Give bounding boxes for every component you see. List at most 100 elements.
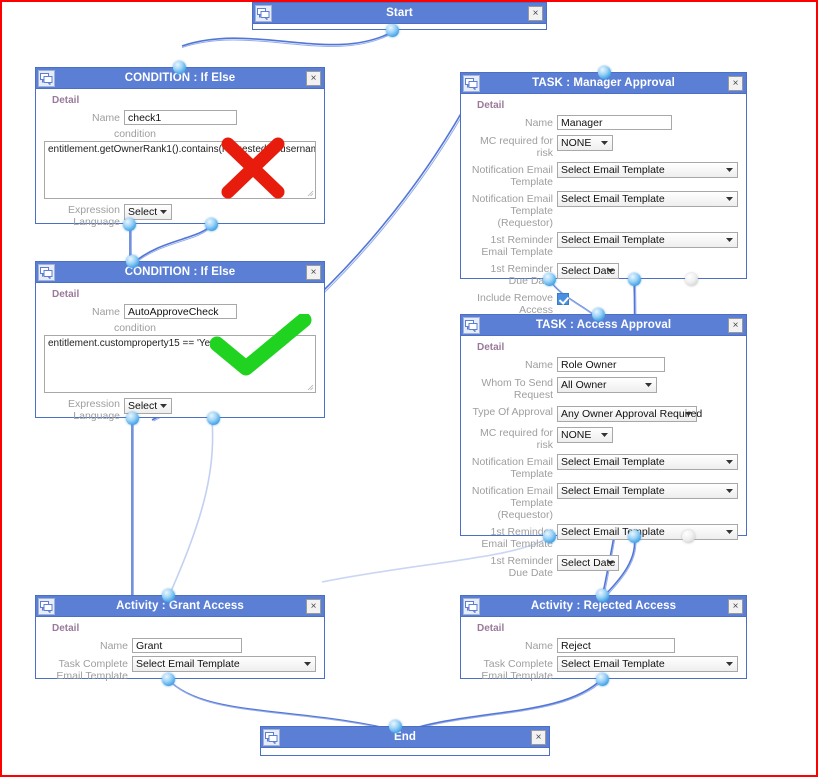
- port-condition2-in[interactable]: [126, 255, 139, 268]
- node-task-access-approval[interactable]: TASK : Access Approval × Detail Name Rol…: [460, 314, 747, 579]
- node-title: CONDITION : If Else: [124, 266, 236, 278]
- workflow-canvas[interactable]: Start × CONDITION : If Else × Detail Nam…: [0, 0, 818, 777]
- port-access-out-left[interactable]: [543, 530, 556, 543]
- condition-text: entitlement.getOwnerRank1().contains(req…: [48, 144, 316, 155]
- field-row: Notification Email Template Select Email…: [469, 162, 738, 188]
- detail-section-label: Detail: [477, 342, 505, 353]
- notification-email-template-select[interactable]: Select Email Template: [557, 162, 738, 178]
- condition-textarea[interactable]: entitlement.getOwnerRank1().contains(req…: [44, 141, 316, 199]
- notification-email-template-requestor-select[interactable]: Select Email Template: [557, 483, 738, 499]
- select-value: Select: [128, 400, 158, 412]
- close-icon[interactable]: ×: [528, 6, 543, 21]
- type-of-approval-select[interactable]: Any Owner Approval Required: [557, 406, 702, 422]
- task-complete-email-template-select[interactable]: Select Email Template: [557, 656, 738, 672]
- field-label: Name: [91, 306, 120, 318]
- mc-risk-select[interactable]: NONE: [557, 135, 613, 151]
- name-input[interactable]: Role Owner: [557, 357, 665, 372]
- port-start-out[interactable]: [386, 24, 399, 37]
- port-access-out-mid[interactable]: [628, 530, 641, 543]
- field-label: condition: [113, 322, 156, 334]
- comment-bubbles-icon: [38, 264, 55, 281]
- node-condition-check1[interactable]: CONDITION : If Else × Detail Name check1…: [35, 67, 325, 228]
- node-activity-rejected-access[interactable]: Activity : Rejected Access × Detail Name…: [460, 595, 747, 682]
- field-row: Task Complete Email Template Select Emai…: [44, 656, 316, 682]
- close-icon[interactable]: ×: [728, 76, 743, 91]
- notification-email-template-select[interactable]: Select Email Template: [557, 454, 738, 470]
- name-input[interactable]: Reject: [557, 638, 675, 653]
- port-condition1-in[interactable]: [173, 61, 186, 74]
- detail-section-label: Detail: [477, 623, 505, 634]
- resize-grip-icon[interactable]: [307, 384, 314, 391]
- port-end-in[interactable]: [389, 720, 402, 733]
- select-value: Any Owner Approval Required: [561, 408, 703, 420]
- first-reminder-email-template-select[interactable]: Select Email Template: [557, 524, 738, 540]
- node-body: [261, 748, 549, 755]
- port-manager-out-left[interactable]: [543, 273, 556, 286]
- node-end[interactable]: End ×: [260, 726, 550, 756]
- close-icon[interactable]: ×: [306, 599, 321, 614]
- select-value: Select Email Template: [561, 164, 665, 176]
- condition-text: entitlement.customproperty15 == 'Yes': [48, 338, 218, 349]
- select-value: NONE: [561, 429, 592, 441]
- port-grant-in[interactable]: [162, 589, 175, 602]
- port-grant-out[interactable]: [162, 673, 175, 686]
- port-access-in[interactable]: [592, 308, 605, 321]
- field-label: 1st Reminder Due Date: [490, 555, 553, 579]
- port-rejected-out[interactable]: [596, 673, 609, 686]
- field-name: Name check1: [44, 110, 316, 125]
- mc-risk-select[interactable]: NONE: [557, 427, 613, 443]
- node-condition-autoapprovecheck[interactable]: CONDITION : If Else × Detail Name AutoAp…: [35, 261, 325, 422]
- close-icon[interactable]: ×: [728, 599, 743, 614]
- name-input[interactable]: check1: [124, 110, 237, 125]
- node-activity-grant-access[interactable]: Activity : Grant Access × Detail Name Gr…: [35, 595, 325, 682]
- close-icon[interactable]: ×: [306, 265, 321, 280]
- port-access-out-right[interactable]: [682, 530, 695, 543]
- first-reminder-due-date-select[interactable]: Select Date: [557, 263, 619, 279]
- name-input[interactable]: Manager: [557, 115, 672, 130]
- resize-grip-icon[interactable]: [307, 190, 314, 197]
- chevron-down-icon: [601, 141, 608, 145]
- field-row: 1st Reminder Email Template Select Email…: [469, 232, 738, 258]
- whom-to-send-request-select[interactable]: All Owner: [557, 377, 657, 393]
- field-expression-language: Expression Language Select: [44, 202, 316, 228]
- chevron-down-icon: [726, 238, 733, 242]
- comment-bubbles-icon: [463, 598, 480, 615]
- chevron-down-icon: [607, 269, 614, 273]
- notification-email-template-requestor-select[interactable]: Select Email Template: [557, 191, 738, 207]
- field-row: 1st Reminder Due Date Select Date: [469, 261, 738, 287]
- name-input[interactable]: Grant: [132, 638, 242, 653]
- field-label: Name: [524, 359, 553, 371]
- comment-bubbles-icon: [38, 70, 55, 87]
- task-complete-email-template-select[interactable]: Select Email Template: [132, 656, 316, 672]
- node-start[interactable]: Start ×: [252, 2, 547, 30]
- port-manager-out-mid[interactable]: [628, 273, 641, 286]
- include-remove-access-checkbox[interactable]: [557, 292, 569, 305]
- node-header[interactable]: Activity : Grant Access ×: [36, 596, 324, 617]
- node-body: Detail Name AutoApproveCheck condition e…: [36, 283, 324, 433]
- close-icon[interactable]: ×: [531, 730, 546, 745]
- node-header[interactable]: Start ×: [253, 3, 546, 24]
- port-condition1-out-left[interactable]: [123, 218, 136, 231]
- chevron-down-icon: [304, 662, 311, 666]
- condition-textarea[interactable]: entitlement.customproperty15 == 'Yes': [44, 335, 316, 393]
- name-input[interactable]: AutoApproveCheck: [124, 304, 237, 319]
- field-name: Name AutoApproveCheck: [44, 304, 316, 319]
- chevron-down-icon: [160, 210, 167, 214]
- node-body: Detail Name check1 condition entitlement…: [36, 89, 324, 239]
- field-label: Expression Language: [68, 398, 120, 422]
- port-condition2-out-left[interactable]: [126, 412, 139, 425]
- port-condition2-out-right[interactable]: [207, 412, 220, 425]
- port-manager-out-right[interactable]: [685, 273, 698, 286]
- first-reminder-due-date-select[interactable]: Select Date: [557, 555, 619, 571]
- detail-section-label: Detail: [52, 95, 80, 106]
- port-condition1-out-right[interactable]: [205, 218, 218, 231]
- close-icon[interactable]: ×: [306, 71, 321, 86]
- port-rejected-in[interactable]: [596, 589, 609, 602]
- close-icon[interactable]: ×: [728, 318, 743, 333]
- first-reminder-email-template-select[interactable]: Select Email Template: [557, 232, 738, 248]
- node-task-manager-approval[interactable]: TASK : Manager Approval × Detail Name Ma…: [460, 72, 747, 316]
- node-header[interactable]: End ×: [261, 727, 549, 748]
- chevron-down-icon: [645, 383, 652, 387]
- port-manager-in[interactable]: [598, 66, 611, 79]
- node-header[interactable]: CONDITION : If Else ×: [36, 262, 324, 283]
